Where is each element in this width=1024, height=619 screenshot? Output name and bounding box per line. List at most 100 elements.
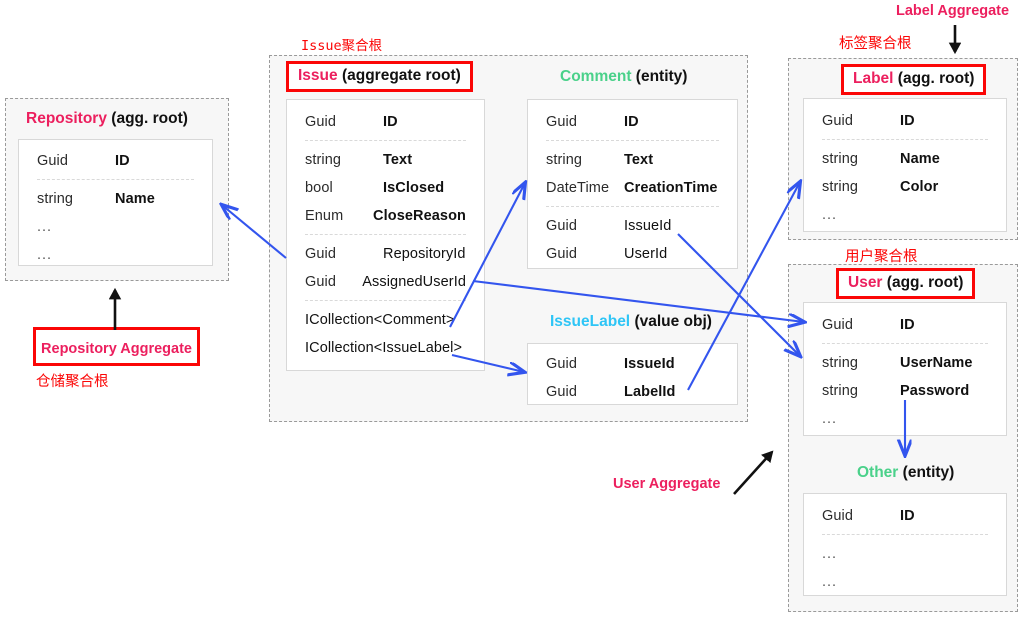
table-row: ... <box>804 568 1006 596</box>
row-separator <box>305 300 466 301</box>
table-row: string Text <box>528 146 737 174</box>
table-row: string Name <box>19 185 212 213</box>
field-type: string <box>305 152 342 168</box>
issuelabel-name: IssueLabel <box>550 313 631 330</box>
table-row: Guid ID <box>19 147 212 175</box>
field-type: ... <box>37 219 53 235</box>
field-type: Guid <box>822 113 854 129</box>
label-kind: (agg. root) <box>897 70 975 87</box>
field-name: UserName <box>900 355 973 371</box>
field-name: ID <box>900 317 915 333</box>
repository-kind: (agg. root) <box>111 110 188 127</box>
repository-aggregate-annotation-cn: 仓储聚合根 <box>36 374 109 390</box>
user-kind: (agg. root) <box>886 274 964 291</box>
table-row: ... <box>804 540 1006 568</box>
issue-table: Guid ID string Text bool IsClosed Enum C… <box>286 99 485 371</box>
table-row: ... <box>804 201 1006 229</box>
field-name: IsClosed <box>383 180 445 196</box>
row-separator <box>305 234 466 235</box>
field-type: Guid <box>546 114 578 130</box>
table-row: Guid ID <box>804 502 1006 530</box>
field-type: ... <box>822 574 838 590</box>
other-kind: (entity) <box>902 464 955 481</box>
comment-heading: Comment (entity) <box>560 68 687 86</box>
table-row: ICollection<IssueLabel> <box>287 334 484 362</box>
issue-heading: Issue (aggregate root) <box>286 61 473 92</box>
field-name: LabelId <box>624 384 676 400</box>
table-row: Guid ID <box>804 311 1006 339</box>
table-row: DateTime CreationTime <box>528 174 737 202</box>
row-separator <box>546 140 719 141</box>
comment-kind: (entity) <box>635 68 688 85</box>
field-type: DateTime <box>546 180 610 196</box>
user-table: Guid ID string UserName string Password … <box>803 302 1007 436</box>
field-type: ICollection<Comment> <box>305 312 455 328</box>
field-name: CloseReason <box>373 208 466 224</box>
field-name: ID <box>115 153 130 169</box>
field-name: Text <box>383 152 413 168</box>
label-aggregate-annotation-cn: 标签聚合根 <box>839 36 912 52</box>
row-separator <box>546 206 719 207</box>
repository-aggregate-annotation: Repository Aggregate <box>33 327 200 366</box>
field-type: Enum <box>305 208 344 224</box>
field-type: ... <box>37 247 53 263</box>
table-row: ICollection<Comment> <box>287 306 484 334</box>
field-name: Name <box>900 151 940 167</box>
row-separator <box>822 343 988 344</box>
table-row: Guid ID <box>804 107 1006 135</box>
field-type: string <box>822 179 859 195</box>
field-type: Guid <box>546 356 578 372</box>
field-name: UserId <box>624 246 668 262</box>
table-row: Guid IssueId <box>528 350 737 378</box>
field-type: Guid <box>546 218 578 234</box>
field-name: ID <box>624 114 639 130</box>
field-name: CreationTime <box>624 180 718 196</box>
field-type: ... <box>822 411 838 427</box>
user-aggregate-annotation-cn: 用户聚合根 <box>845 249 918 265</box>
issuelabel-table: Guid IssueId Guid LabelId <box>527 343 738 405</box>
field-name: ID <box>900 508 915 524</box>
table-row: string Text <box>287 146 484 174</box>
comment-name: Comment <box>560 68 632 85</box>
row-separator <box>37 179 194 180</box>
row-separator <box>305 140 466 141</box>
repository-heading: Repository (agg. root) <box>26 110 188 128</box>
repository-table: Guid ID string Name ... ... <box>18 139 213 266</box>
field-name: Color <box>900 179 939 195</box>
issuelabel-kind: (value obj) <box>634 313 712 330</box>
row-separator <box>822 534 988 535</box>
table-row: Guid IssueId <box>528 212 737 240</box>
table-row: string Password <box>804 377 1006 405</box>
field-type: string <box>37 191 74 207</box>
user-heading: User (agg. root) <box>836 268 976 299</box>
issuelabel-heading: IssueLabel (value obj) <box>550 313 712 331</box>
field-type: Guid <box>822 317 854 333</box>
table-row: Guid AssignedUserId <box>287 268 484 296</box>
field-type: Guid <box>305 114 337 130</box>
table-row: Guid LabelId <box>528 378 737 406</box>
label-name: Label <box>853 70 894 87</box>
label-table: Guid ID string Name string Color ... <box>803 98 1007 232</box>
table-row: string Name <box>804 145 1006 173</box>
field-type: Guid <box>37 153 69 169</box>
repository-name: Repository <box>26 110 107 127</box>
field-type: string <box>822 383 859 399</box>
field-type: Guid <box>546 246 578 262</box>
table-row: Guid UserId <box>528 240 737 268</box>
field-type: Guid <box>305 274 337 290</box>
field-type: string <box>822 151 859 167</box>
issue-kind: (aggregate root) <box>341 67 461 84</box>
field-type: Guid <box>546 384 578 400</box>
other-table: Guid ID ... ... <box>803 493 1007 596</box>
table-row: string Color <box>804 173 1006 201</box>
table-row: string UserName <box>804 349 1006 377</box>
table-row: Guid RepositoryId <box>287 240 484 268</box>
field-type: string <box>822 355 859 371</box>
table-row: ... <box>19 213 212 241</box>
table-row: Guid ID <box>528 108 737 136</box>
field-name: ID <box>383 114 398 130</box>
field-type: bool <box>305 180 333 196</box>
field-name: RepositoryId <box>383 246 466 262</box>
field-type: ... <box>822 546 838 562</box>
field-name: IssueId <box>624 356 675 372</box>
